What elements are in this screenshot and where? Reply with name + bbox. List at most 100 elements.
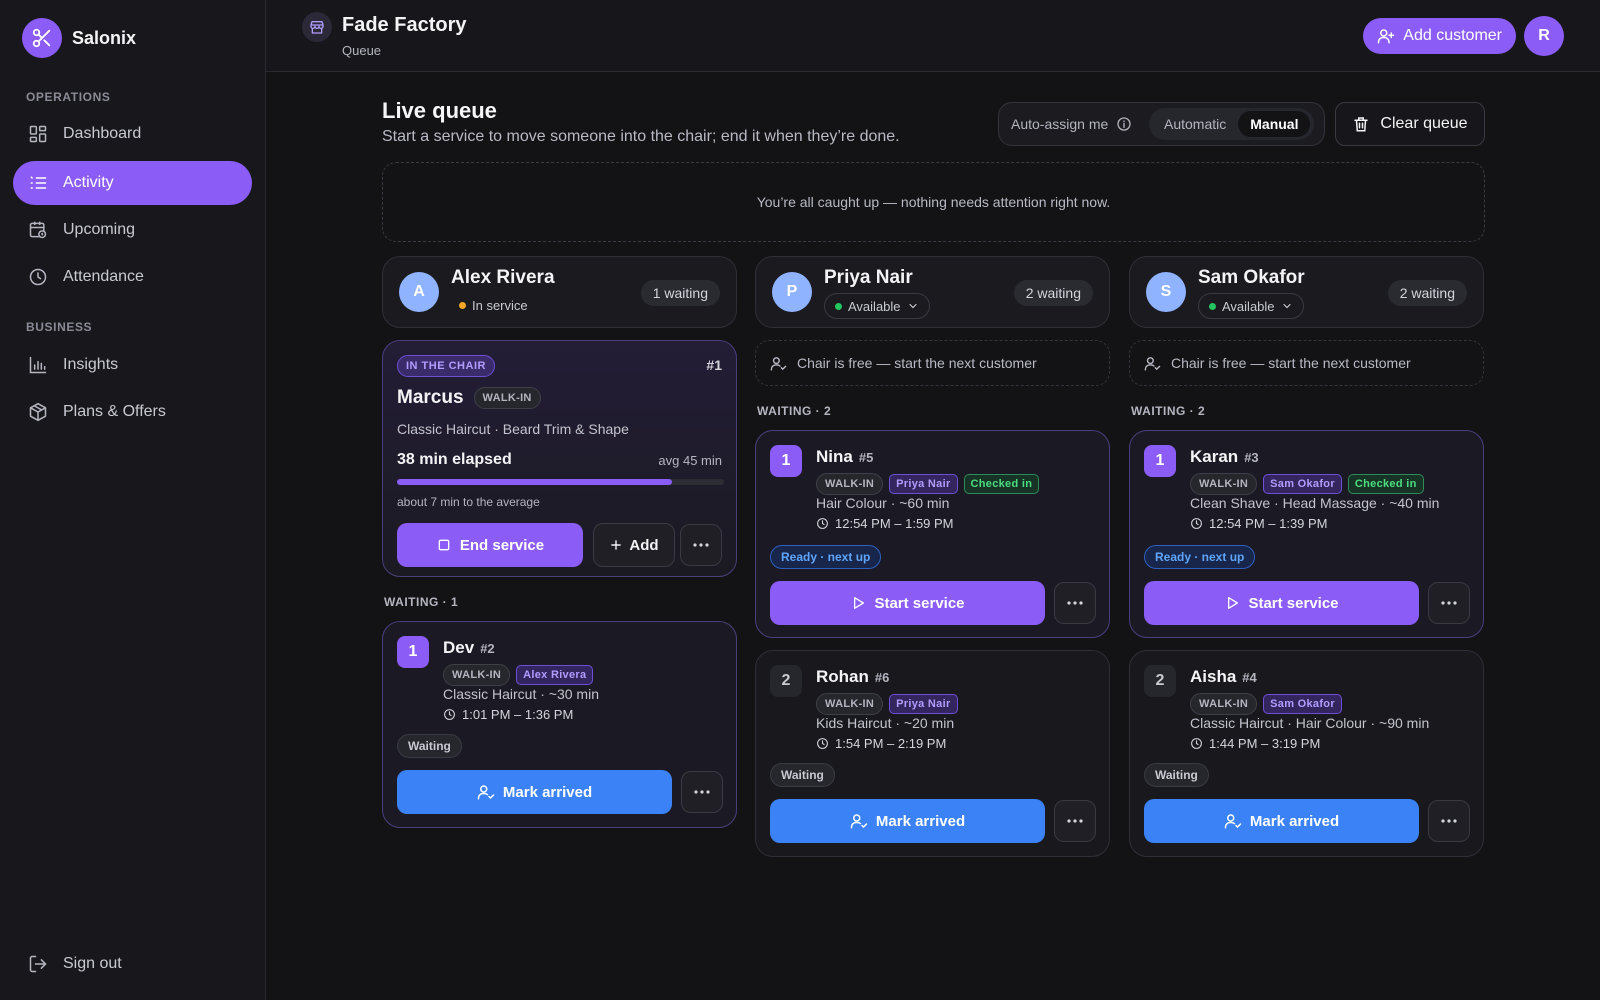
checked-in-tag: Checked in	[963, 474, 1040, 494]
stop-icon	[436, 537, 452, 553]
calendar-clock-icon	[27, 219, 49, 241]
auto-assign-label: Auto-assign me	[1011, 116, 1109, 132]
info-icon[interactable]	[1116, 116, 1132, 132]
ticket-number: #5	[858, 450, 874, 465]
user-check-icon	[850, 812, 868, 830]
customer-name: Nina	[816, 447, 853, 466]
barber-column-sam: S Sam Okafor Available 2 waiting Chair i…	[1129, 256, 1484, 857]
queue-position: 1	[1144, 445, 1176, 477]
customer-name: Karan	[1190, 447, 1239, 466]
mode-manual[interactable]: Manual	[1238, 111, 1311, 137]
barber-tag: Sam Okafor	[1263, 474, 1342, 494]
mark-arrived-button[interactable]: Mark arrived	[1144, 799, 1419, 843]
queue-card: 2 Rohan #6 WALK-IN Priya Nair Kids Haircu…	[755, 650, 1110, 857]
queue-position: 2	[1144, 665, 1176, 697]
more-options-button[interactable]	[1054, 582, 1096, 624]
ticket-number: #2	[480, 641, 495, 656]
queue-position: 2	[770, 665, 802, 697]
mark-arrived-button[interactable]: Mark arrived	[397, 770, 672, 814]
signout-label: Sign out	[63, 955, 122, 972]
barber-status-label: Available	[848, 298, 901, 314]
grid-icon	[27, 123, 49, 145]
sidebar-item-insights[interactable]: Insights	[13, 343, 252, 387]
sidebar-item-plans-offers[interactable]: Plans & Offers	[13, 390, 252, 434]
signout-button[interactable]: Sign out	[13, 942, 252, 986]
trash-icon	[1352, 115, 1370, 133]
clock-icon	[1190, 517, 1203, 530]
queue-card: 1 Karan #3 WALK-IN Sam Okafor Checked in …	[1129, 430, 1484, 638]
barber-column-priya: P Priya Nair Available 2 waiting Chair i…	[755, 256, 1110, 857]
more-options-button[interactable]	[1428, 582, 1470, 624]
user-check-icon	[477, 783, 495, 801]
time-window-label: 1:01 PM – 1:36 PM	[462, 707, 574, 722]
clock-icon	[27, 266, 49, 288]
avatar[interactable]: R	[1524, 16, 1564, 56]
customer-name-row: Karan #3	[1190, 447, 1259, 467]
barber-header: P Priya Nair Available 2 waiting	[755, 256, 1110, 328]
more-icon	[1067, 601, 1083, 605]
customer-name-row: Marcus WALK-IN	[397, 387, 541, 409]
start-service-button[interactable]: Start service	[770, 581, 1045, 625]
service-progress-bar	[397, 479, 724, 485]
walk-in-tag: WALK-IN	[443, 664, 511, 686]
more-options-button[interactable]	[681, 771, 723, 813]
sidebar-item-label: Plans & Offers	[63, 403, 166, 420]
barber-tag: Sam Okafor	[1263, 694, 1342, 714]
customer-tags: WALK-IN Sam Okafor	[1190, 693, 1342, 715]
chevron-down-icon	[907, 300, 919, 312]
brand[interactable]: Salonix	[22, 18, 136, 58]
add-customer-label: Add customer	[1403, 27, 1502, 44]
chair-free-label: Chair is free — start the next customer	[1171, 355, 1411, 371]
sidebar-item-upcoming[interactable]: Upcoming	[13, 208, 252, 252]
more-options-button[interactable]	[680, 524, 722, 566]
status-badge: Waiting	[770, 763, 835, 787]
more-options-button[interactable]	[1054, 800, 1096, 842]
sidebar-item-label: Dashboard	[63, 125, 142, 142]
nav-section-operations: OPERATIONS	[26, 90, 111, 104]
sidebar-item-activity[interactable]: Activity	[13, 161, 252, 205]
more-icon	[694, 790, 710, 794]
start-service-button[interactable]: Start service	[1144, 581, 1419, 625]
mark-arrived-label: Mark arrived	[1249, 812, 1340, 830]
status-badge: Ready · next up	[1144, 545, 1256, 569]
end-service-button[interactable]: End service	[397, 523, 583, 567]
customer-name-row: Nina #5	[816, 447, 873, 467]
barber-tag: Priya Nair	[889, 694, 958, 714]
mode-automatic[interactable]: Automatic	[1152, 111, 1238, 137]
shop-name: Fade Factory	[342, 14, 467, 36]
average-time: avg 45 min	[658, 453, 722, 468]
add-customer-button[interactable]: Add customer	[1363, 18, 1516, 54]
availability-dropdown[interactable]: Available	[1198, 293, 1304, 319]
barber-header: A Alex Rivera In service 1 waiting	[382, 256, 737, 328]
queue-card: 1 Nina #5 WALK-IN Priya Nair Checked in H…	[755, 430, 1110, 638]
sidebar-item-attendance[interactable]: Attendance	[13, 255, 252, 299]
ticket-number: #1	[706, 357, 722, 373]
sidebar-item-dashboard[interactable]: Dashboard	[13, 112, 252, 156]
barber-status-label: In service	[472, 298, 528, 313]
customer-name: Marcus	[397, 387, 464, 408]
waiting-section-label: WAITING · 1	[384, 595, 459, 609]
mark-arrived-label: Mark arrived	[875, 812, 966, 830]
user-check-icon	[770, 355, 787, 372]
customer-tags: WALK-IN Priya Nair	[816, 693, 958, 715]
queue-card: 2 Aisha #4 WALK-IN Sam Okafor Classic Hai…	[1129, 650, 1484, 857]
page-title: Queue	[342, 43, 382, 58]
mark-arrived-button[interactable]: Mark arrived	[770, 799, 1045, 843]
waiting-section-label: WAITING · 2	[1131, 404, 1206, 418]
walk-in-tag: WALK-IN	[816, 693, 884, 715]
sidebar: Salonix OPERATIONS Dashboard Activity Up…	[0, 0, 266, 1000]
more-options-button[interactable]	[1428, 800, 1470, 842]
queue-position: 1	[397, 636, 429, 668]
clear-queue-button[interactable]: Clear queue	[1335, 102, 1485, 146]
time-window: 1:54 PM – 2:19 PM	[816, 736, 946, 751]
user-check-icon	[1224, 812, 1242, 830]
add-service-button[interactable]: Add	[593, 523, 675, 567]
time-window-label: 1:44 PM – 3:19 PM	[1209, 736, 1321, 751]
plus-icon	[609, 538, 623, 552]
availability-dropdown[interactable]: Available	[824, 293, 930, 319]
avatar: A	[399, 272, 439, 312]
customer-tags: WALK-IN Alex Rivera	[443, 664, 594, 686]
add-service-label: Add	[629, 536, 659, 554]
customer-name: Rohan	[816, 667, 869, 686]
chair-free-label: Chair is free — start the next customer	[797, 355, 1037, 371]
